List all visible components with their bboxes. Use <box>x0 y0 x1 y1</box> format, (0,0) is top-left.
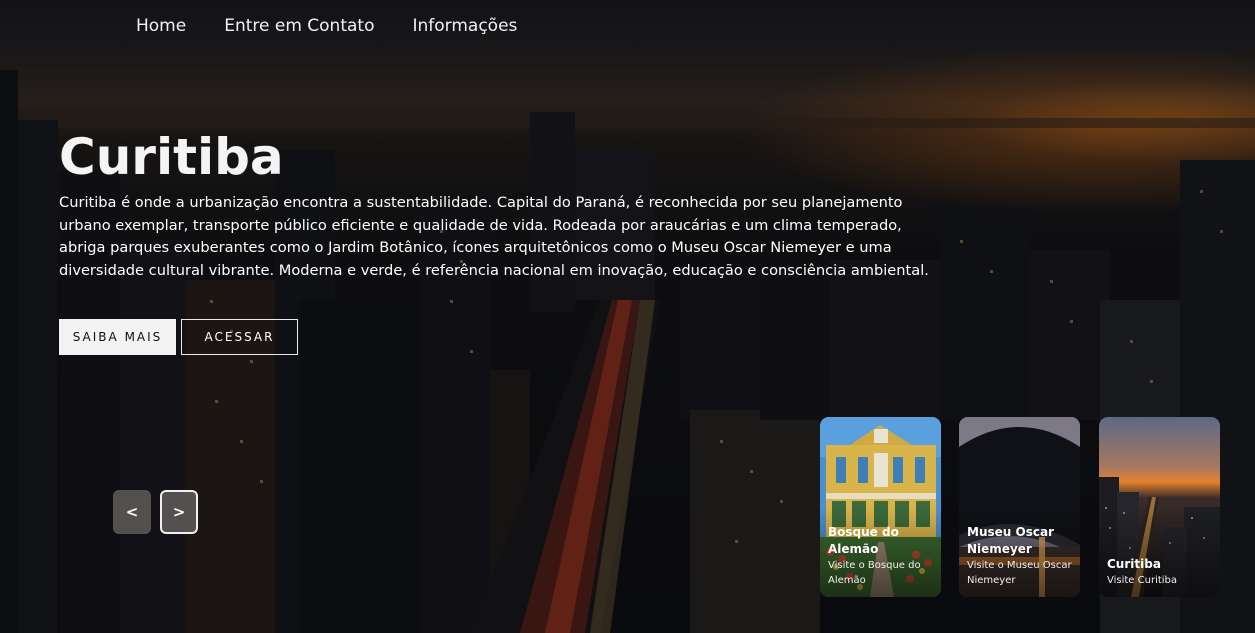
nav-link-home[interactable]: Home <box>136 16 186 36</box>
card-title: Museu Oscar Niemeyer <box>967 525 1054 556</box>
card-bosque-do-alemao[interactable]: Bosque do Alemão Visite o Bosque do Alem… <box>820 417 941 597</box>
nav-link-contact[interactable]: Entre em Contato <box>224 16 374 36</box>
card-curitiba[interactable]: Curitiba Visite Curitiba <box>1099 417 1220 597</box>
chevron-left-icon: < <box>125 503 139 521</box>
nav-link-info[interactable]: Informações <box>412 16 517 36</box>
hero-description: Curitiba é onde a urbanização encontra a… <box>59 194 929 279</box>
acessar-button[interactable]: ACESSAR <box>181 319 298 355</box>
top-navigation: Home Entre em Contato Informações <box>136 16 517 36</box>
card-subtitle: Visite o Museu Oscar Niemeyer <box>967 560 1072 586</box>
chevron-right-icon: > <box>172 503 186 521</box>
saiba-mais-button[interactable]: SAIBA MAIS <box>59 319 176 355</box>
card-subtitle: Visite Curitiba <box>1107 575 1178 586</box>
card-info: Bosque do Alemão Visite o Bosque do Alem… <box>828 524 935 588</box>
card-title: Curitiba <box>1107 557 1161 571</box>
slider-prev-button[interactable]: < <box>113 490 151 534</box>
card-museu-oscar-niemeyer[interactable]: Museu Oscar Niemeyer Visite o Museu Osca… <box>959 417 1080 597</box>
card-info: Museu Oscar Niemeyer Visite o Museu Osca… <box>967 524 1074 588</box>
card-info: Curitiba Visite Curitiba <box>1107 556 1214 588</box>
card-subtitle: Visite o Bosque do Alemão <box>828 560 921 586</box>
page-title: Curitiba <box>59 128 284 186</box>
card-title: Bosque do Alemão <box>828 525 899 556</box>
slider-next-button[interactable]: > <box>160 490 198 534</box>
